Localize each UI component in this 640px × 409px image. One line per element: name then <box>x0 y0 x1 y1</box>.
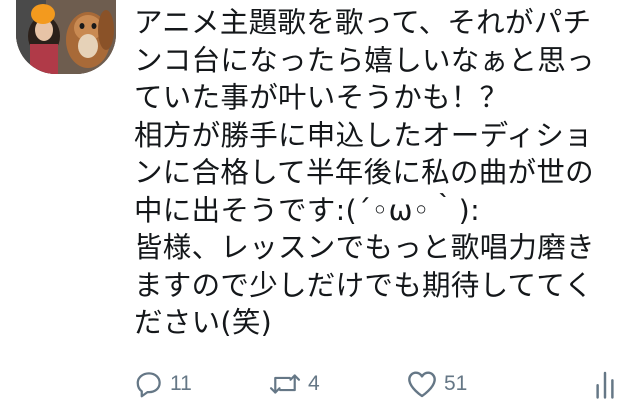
tweet-text: アニメ主題歌を歌って、それがパチ ンコ台になったら嬉しいなぁと思っ ていた事が叶… <box>134 4 629 342</box>
retweet-icon <box>268 369 302 399</box>
like-count: 51 <box>444 372 468 395</box>
tweet-line: ンに合格して半年後に私の曲が世の <box>134 156 594 189</box>
avatar[interactable] <box>16 0 116 74</box>
tweet-line: ていた事が叶いそうかも！？ <box>134 81 509 114</box>
analytics-icon <box>592 368 618 400</box>
tweet-line: 皆様、レッスンでもっと歌唱力磨き <box>134 231 595 264</box>
tweet-line: ますので少しだけでも期待しててく <box>134 268 594 302</box>
reply-count: 11 <box>170 372 192 395</box>
tweet-line: 中に出そうです:(´◦ω◦｀): <box>134 193 480 227</box>
heart-icon <box>406 369 438 399</box>
reply-button[interactable]: 11 <box>134 366 192 402</box>
tweet-line: アニメ主題歌を歌って、それがパチ <box>134 6 592 39</box>
retweet-button[interactable]: 4 <box>268 366 320 402</box>
like-button[interactable]: 51 <box>406 366 467 402</box>
tweet-line: ださい(笑) <box>134 306 273 339</box>
reply-icon <box>134 369 164 399</box>
tweet-line: ンコ台になったら嬉しいなぁと思っ <box>134 43 595 77</box>
analytics-button[interactable] <box>592 366 618 402</box>
tweet-line: 相方が勝手に申込したオーディショ <box>134 118 593 152</box>
tweet-actions: 11 4 51 <box>134 366 634 402</box>
retweet-count: 4 <box>308 372 320 395</box>
